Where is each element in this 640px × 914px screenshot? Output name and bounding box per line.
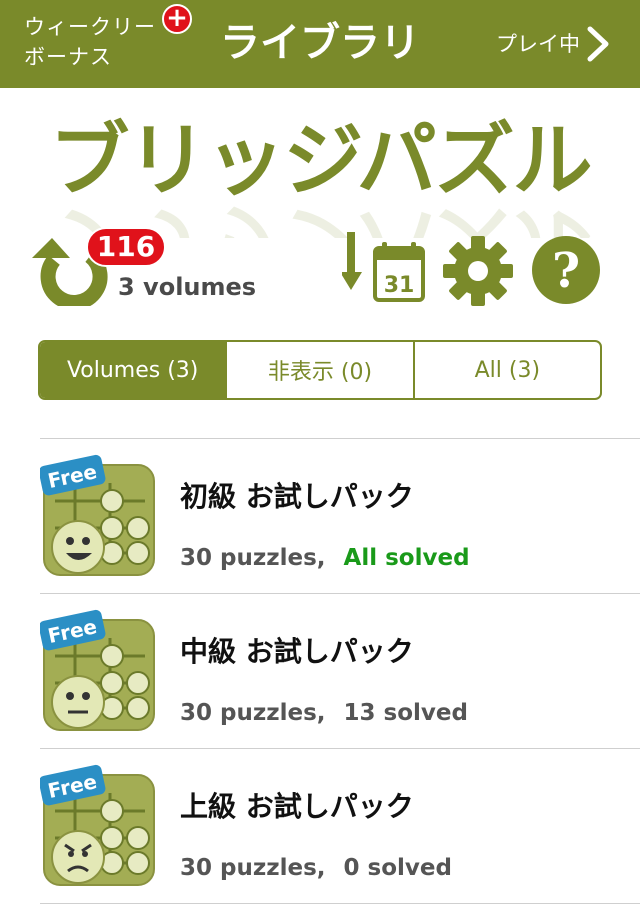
help-glyph: ?: [552, 243, 580, 299]
list-item[interactable]: Free 中級 お試しパック 30 puzzles, 13 solved: [40, 593, 640, 748]
puzzle-count: 30 puzzles,: [180, 855, 326, 881]
puzzle-count: 30 puzzles,: [180, 545, 326, 571]
chevron-right-icon: [587, 26, 609, 62]
calendar-day: 31: [384, 273, 415, 298]
volume-subtitle: 30 puzzles, All solved: [180, 543, 470, 573]
volume-subtitle: 30 puzzles, 13 solved: [180, 698, 468, 728]
segment-volumes[interactable]: Volumes (3): [40, 342, 226, 398]
now-playing-label: プレイ中: [496, 32, 580, 56]
puzzle-count: 30 puzzles,: [180, 700, 326, 726]
segment-hidden[interactable]: 非表示 (0): [225, 342, 412, 398]
gear-icon[interactable]: [443, 236, 513, 306]
volume-subtitle: 30 puzzles, 0 solved: [180, 853, 452, 883]
download-calendar-icon[interactable]: 31: [342, 232, 426, 304]
solved-status: All solved: [343, 545, 470, 571]
solved-status: 0 solved: [343, 855, 452, 881]
help-icon[interactable]: ?: [532, 236, 600, 304]
volume-thumbnail: Free: [40, 764, 155, 886]
list-item[interactable]: Free 初級 お試しパック 30 puzzles, All solved: [40, 438, 640, 593]
volumes-count: 3 volumes: [118, 273, 257, 301]
volume-thumbnail: Free: [40, 609, 155, 731]
volume-title: 中級 お試しパック: [180, 635, 414, 668]
list-item[interactable]: Free 上級 お試しパック 30 puzzles, 0 solved: [40, 748, 640, 904]
new-puzzles-badge: 116: [86, 227, 166, 267]
volume-title: 上級 お試しパック: [180, 790, 414, 823]
now-playing-button[interactable]: プレイ中: [496, 26, 610, 62]
navigation-bar: ウィークリー ボーナス + ライブラリ プレイ中: [0, 0, 640, 88]
solved-status: 13 solved: [343, 700, 468, 726]
volume-list: Free 初級 お試しパック 30 puzzles, All solved Fre…: [40, 438, 640, 904]
filter-segmented-control: Volumes (3) 非表示 (0) All (3): [38, 340, 602, 400]
volume-thumbnail: Free: [40, 454, 155, 576]
segment-all[interactable]: All (3): [412, 342, 600, 398]
volume-title: 初級 お試しパック: [180, 480, 414, 513]
